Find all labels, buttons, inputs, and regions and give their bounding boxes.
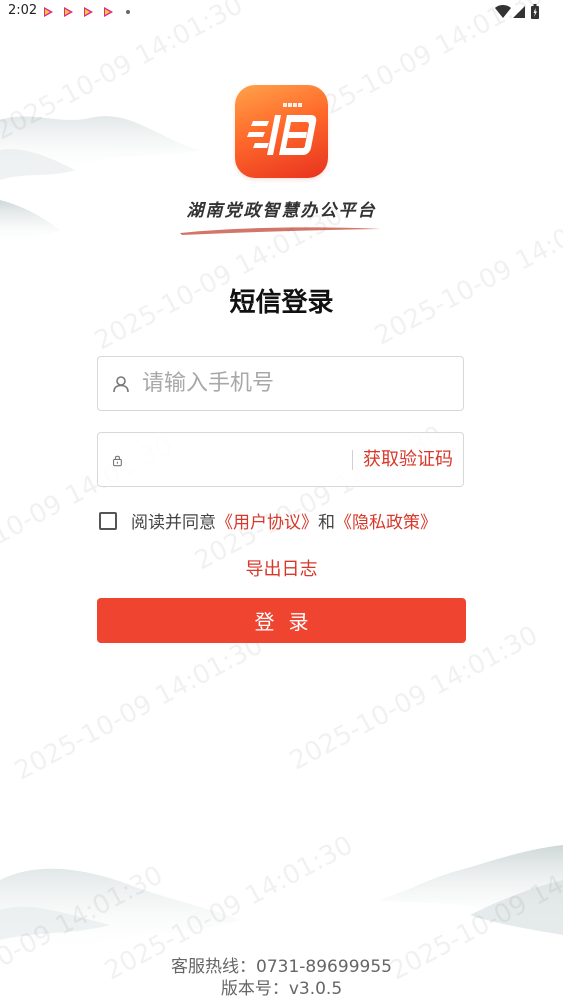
app-logo — [235, 85, 328, 178]
field-divider — [352, 450, 353, 470]
signal-icon — [513, 6, 525, 18]
login-button[interactable]: 登录 — [97, 598, 466, 643]
app-version: 版本号：v3.0.5 — [220, 979, 343, 999]
play-icon — [44, 7, 53, 17]
notification-dot — [126, 10, 130, 14]
play-icon — [104, 7, 113, 17]
privacy-policy-link[interactable]: 《隐私政策》 — [335, 513, 437, 533]
status-indicators — [495, 4, 539, 19]
export-log-link[interactable]: 导出日志 — [0, 555, 563, 581]
status-time: 2:02 — [8, 3, 38, 18]
phone-field[interactable] — [97, 356, 464, 411]
wifi-icon — [495, 5, 511, 18]
lock-icon — [113, 455, 122, 467]
user-agreement-link[interactable]: 《用户协议》 — [216, 513, 318, 533]
platform-name: 湖南党政智慧办公平台 — [186, 201, 377, 221]
get-code-button[interactable]: 获取验证码 — [363, 433, 453, 486]
agreement-conjunction: 和 — [318, 513, 335, 533]
verification-code-input[interactable] — [142, 433, 342, 486]
play-icon — [64, 7, 73, 17]
verification-code-field[interactable]: 获取验证码 — [97, 432, 464, 487]
watermark-text: 2025-10-09 14:01:30 — [10, 630, 268, 787]
status-bar: 2:02 — [0, 0, 563, 24]
battery-icon — [531, 4, 539, 19]
xiang-logo-glyph — [247, 103, 317, 155]
phone-input[interactable] — [142, 357, 442, 410]
watermark-text: 2025-10-09 14:01:30 — [285, 620, 543, 777]
brush-stroke-underline — [180, 227, 381, 235]
play-icon — [84, 7, 93, 17]
agreement-checkbox[interactable] — [99, 512, 117, 530]
user-icon — [113, 376, 129, 393]
login-screen: 2025-10-09 14:01:30 2025-10-09 14:01:30 … — [0, 0, 563, 1001]
agreement-prefix: 阅读并同意 — [131, 513, 216, 533]
agreement-row: 阅读并同意《用户协议》和《隐私政策》 — [99, 508, 437, 533]
page-title: 短信登录 — [229, 288, 334, 318]
